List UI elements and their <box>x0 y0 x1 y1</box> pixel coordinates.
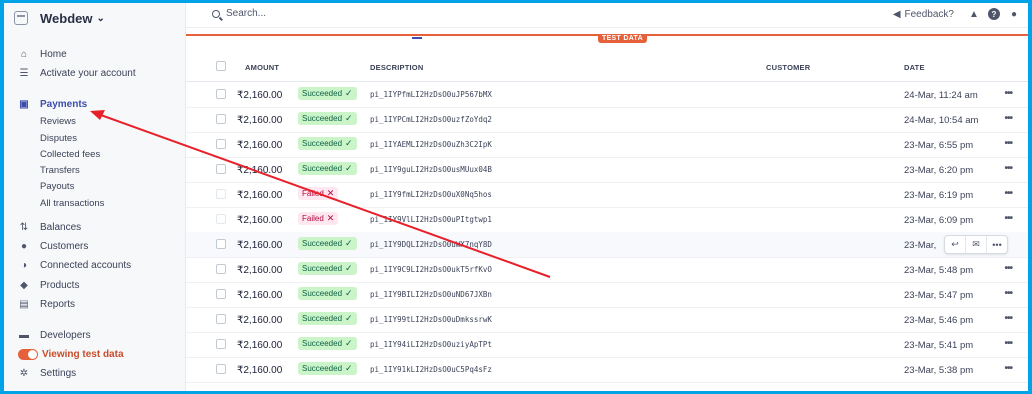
annotation-arrow-line <box>97 113 551 278</box>
app-window: Webdew ⌄ ⌂ Home ☰ Activate your account … <box>4 3 1028 391</box>
annotation-arrow <box>90 110 551 278</box>
